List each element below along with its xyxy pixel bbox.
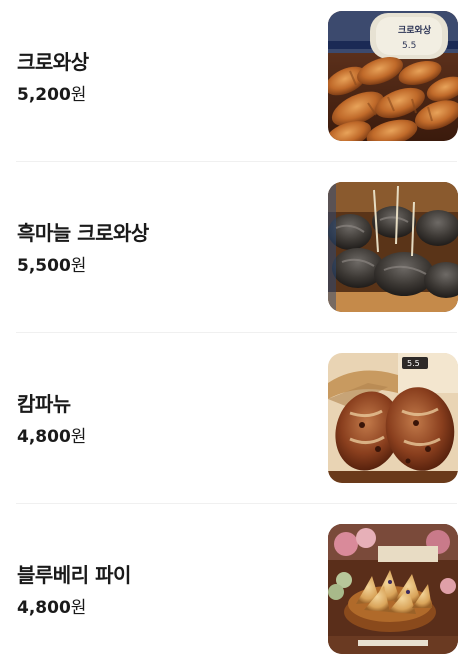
menu-item-campagne[interactable]: 캄파뉴 4,800원 5.5: [16, 342, 458, 513]
item-name: 크로와상: [17, 50, 89, 74]
item-price: 5,200원: [17, 80, 86, 105]
item-name: 캄파뉴: [17, 392, 71, 416]
black-garlic-croissant-photo[interactable]: [328, 182, 458, 312]
menu-item-blueberry-pie[interactable]: 블루베리 파이 4,800원: [16, 513, 458, 670]
menu-item-croissant[interactable]: 크로와상 5,200원 크로와상 5.5: [16, 0, 458, 171]
price-unit: 원: [70, 598, 87, 618]
croissant-photo[interactable]: 크로와상 5.5: [328, 11, 458, 141]
item-price: 5,500원: [17, 251, 86, 276]
menu-item-black-garlic-croissant[interactable]: 흑마늘 크로와상 5,500원: [16, 171, 458, 342]
item-price: 4,800원: [17, 593, 86, 618]
price-value: 4,800: [17, 427, 71, 447]
campagne-bread-photo[interactable]: 5.5: [328, 353, 458, 483]
divider: [16, 332, 457, 333]
item-name: 블루베리 파이: [17, 563, 131, 587]
price-tag: 5.5: [407, 359, 420, 368]
menu-list: 크로와상 5,200원 크로와상 5.5 흑마늘 크로와상 5,500원 캄파뉴…: [0, 0, 472, 670]
price-unit: 원: [70, 85, 87, 105]
item-price: 4,800원: [17, 422, 86, 447]
price-unit: 원: [70, 256, 87, 276]
price-value: 5,200: [17, 85, 71, 105]
price-value: 4,800: [17, 598, 71, 618]
price-value: 5,500: [17, 256, 71, 276]
divider: [16, 161, 457, 162]
item-name: 흑마늘 크로와상: [17, 221, 149, 245]
sign-price: 5.5: [402, 41, 416, 51]
sign-text: 크로와상: [398, 24, 432, 36]
divider: [16, 503, 457, 504]
price-unit: 원: [70, 427, 87, 447]
blueberry-pie-photo[interactable]: [328, 524, 458, 654]
